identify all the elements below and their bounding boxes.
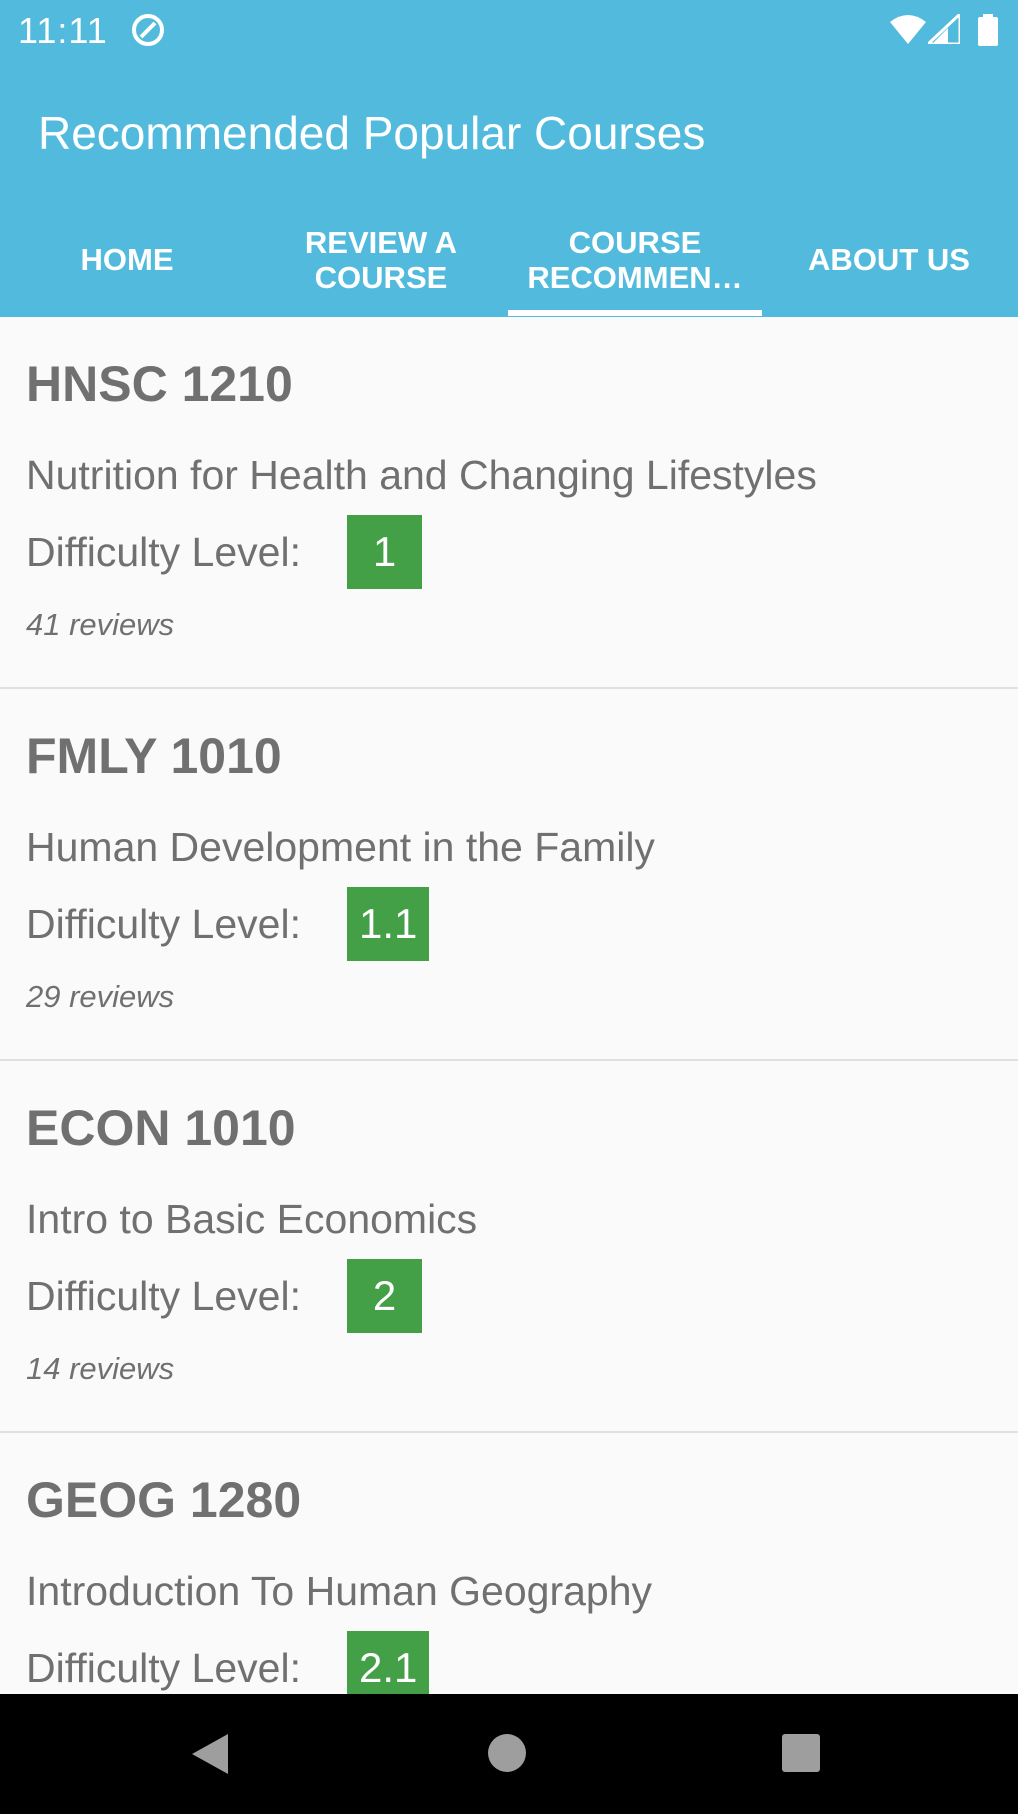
difficulty-label: Difficulty Level: (26, 1273, 301, 1319)
tab-label: COURSE RECOMMEN… (527, 224, 743, 295)
tab-label: REVIEW A COURSE (304, 224, 458, 295)
course-item[interactable]: FMLY 1010 Human Development in the Famil… (0, 689, 1018, 1061)
tab-course-recommendations[interactable]: COURSE RECOMMEN… (508, 202, 762, 317)
course-item[interactable]: ECON 1010 Intro to Basic Economics Diffi… (0, 1061, 1018, 1433)
difficulty-badge: 2 (347, 1259, 422, 1333)
tab-about-us[interactable]: ABOUT US (762, 202, 1016, 317)
tab-review-a-course[interactable]: REVIEW A COURSE (254, 202, 508, 317)
review-count: 14 reviews (26, 1351, 175, 1386)
system-nav-bar (0, 1694, 1018, 1814)
wifi-icon (890, 15, 926, 44)
course-name: Human Development in the Family (26, 824, 655, 870)
difficulty-label: Difficulty Level: (26, 901, 301, 947)
course-code: HNSC 1210 (26, 356, 293, 412)
app-bar: Recommended Popular Courses (0, 60, 1018, 202)
course-list: HNSC 1210 Nutrition for Health and Chang… (0, 317, 1018, 1805)
difficulty-badge: 1 (347, 515, 422, 589)
tab-label: HOME (80, 242, 174, 277)
battery-icon (978, 14, 998, 46)
selected-tab-indicator (508, 310, 762, 316)
home-icon[interactable] (488, 1734, 526, 1772)
course-name: Intro to Basic Economics (26, 1196, 478, 1242)
page-title: Recommended Popular Courses (38, 107, 706, 159)
review-count: 41 reviews (26, 607, 175, 642)
course-code: ECON 1010 (26, 1100, 296, 1156)
course-name: Introduction To Human Geography (26, 1568, 653, 1614)
difficulty-label: Difficulty Level: (26, 1645, 301, 1691)
status-bar: 11:11 (0, 0, 1018, 60)
course-item[interactable]: HNSC 1210 Nutrition for Health and Chang… (0, 317, 1018, 689)
tab-bar: HOME REVIEW A COURSE COURSE RECOMMEN… AB… (0, 202, 1018, 317)
recents-icon[interactable] (782, 1734, 820, 1772)
back-icon[interactable] (190, 1732, 230, 1776)
difficulty-badge: 1.1 (347, 887, 430, 961)
course-code: FMLY 1010 (26, 728, 282, 784)
tab-label: ABOUT US (808, 242, 970, 277)
course-code: GEOG 1280 (26, 1472, 302, 1528)
review-count: 29 reviews (26, 979, 175, 1014)
app-notification-icon (132, 14, 164, 46)
tab-home[interactable]: HOME (0, 202, 254, 317)
course-name: Nutrition for Health and Changing Lifest… (26, 452, 817, 498)
signal-icon (928, 14, 960, 44)
difficulty-label: Difficulty Level: (26, 529, 301, 575)
status-time: 11:11 (18, 10, 108, 51)
